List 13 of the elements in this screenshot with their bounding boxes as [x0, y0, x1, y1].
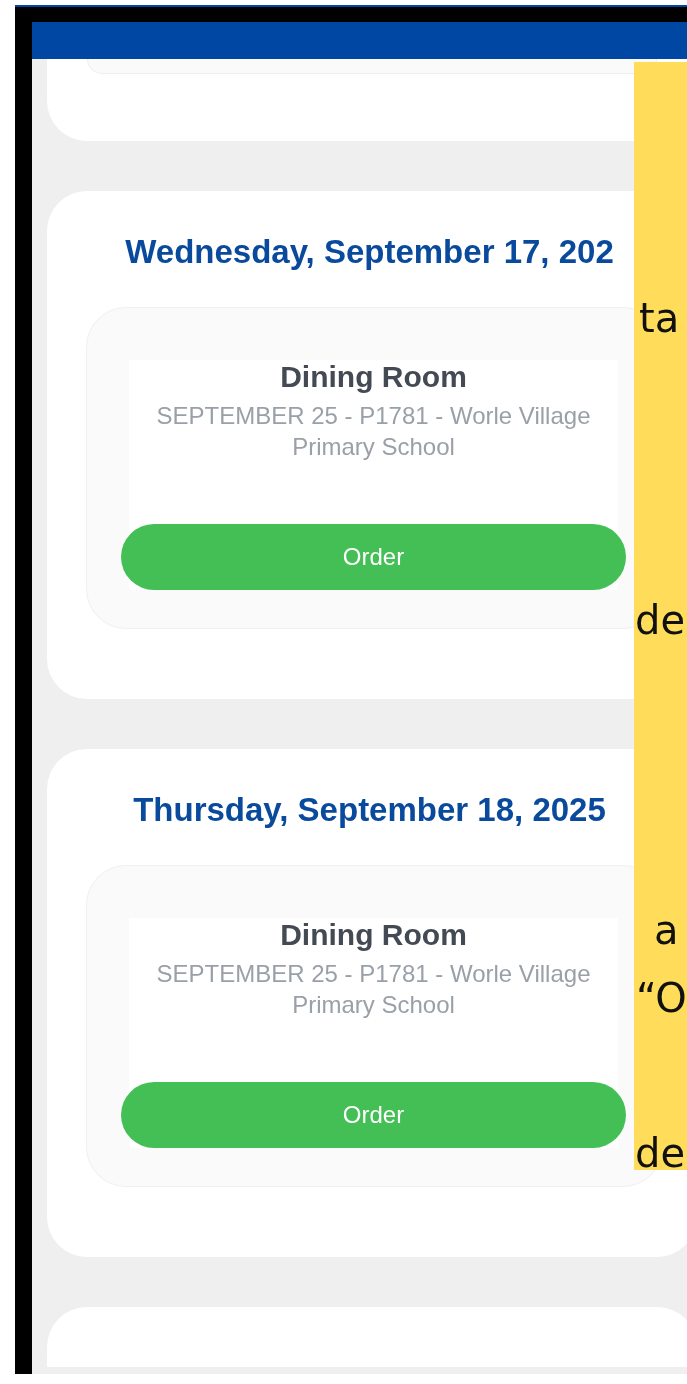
- date-heading: Thursday, September 18, 2025: [132, 791, 607, 829]
- tooltip-text: “O: [636, 974, 687, 1023]
- tooltip-text: de: [635, 596, 685, 645]
- tooltip-text: a: [654, 906, 679, 955]
- tooltip-text: de: [635, 1129, 685, 1170]
- menu-subtitle: SEPTEMBER 25 - P1781 - Worle Village Primary School: [155, 401, 592, 462]
- menu-title: Dining Room: [280, 918, 467, 952]
- menu-title: Dining Room: [280, 360, 467, 394]
- order-button[interactable]: Order: [121, 1082, 626, 1148]
- date-heading: Wednesday, September 17, 202: [124, 233, 615, 271]
- tooltip-text: ta: [639, 294, 680, 343]
- order-button[interactable]: Order: [121, 524, 626, 590]
- menu-subtitle: SEPTEMBER 25 - P1781 - Worle Village Primary School: [155, 959, 592, 1020]
